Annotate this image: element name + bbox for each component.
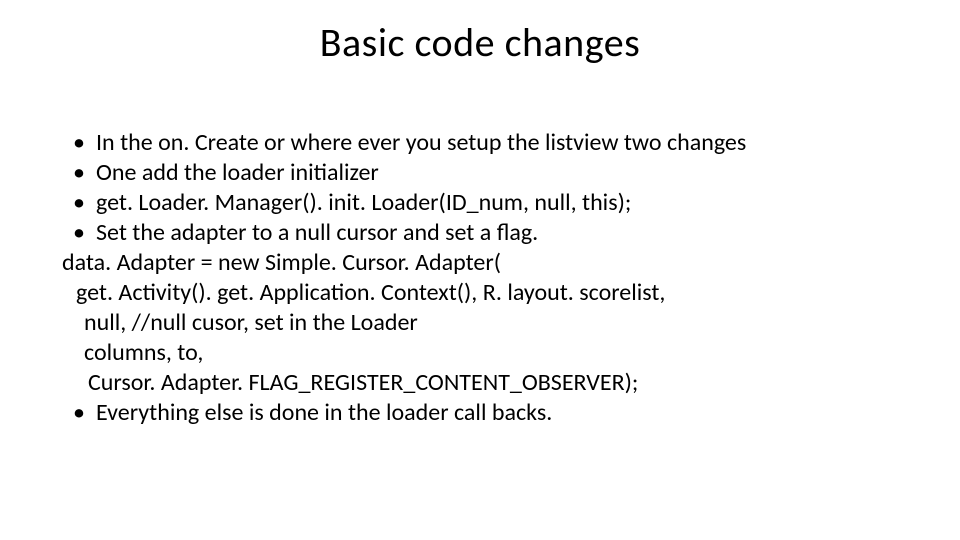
- bullet-item: • One add the loader initializer: [62, 158, 898, 188]
- bullet-item: • Set the adapter to a null cursor and s…: [62, 218, 898, 248]
- bullet-dot-icon: •: [62, 158, 96, 188]
- bullet-item: • In the on. Create or where ever you se…: [62, 128, 898, 158]
- bullet-text: Everything else is done in the loader ca…: [96, 398, 898, 428]
- bullet-dot-icon: •: [62, 128, 96, 158]
- bullet-dot-icon: •: [62, 398, 96, 428]
- code-line: null, //null cusor, set in the Loader: [62, 308, 898, 338]
- bullet-item: • get. Loader. Manager(). init. Loader(I…: [62, 188, 898, 218]
- bullet-item: • Everything else is done in the loader …: [62, 398, 898, 428]
- bullet-text: get. Loader. Manager(). init. Loader(ID_…: [96, 188, 898, 218]
- code-line: data. Adapter = new Simple. Cursor. Adap…: [62, 248, 898, 278]
- slide-title: Basic code changes: [0, 18, 960, 67]
- bullet-dot-icon: •: [62, 218, 96, 248]
- code-line: get. Activity(). get. Application. Conte…: [62, 278, 898, 308]
- bullet-dot-icon: •: [62, 188, 96, 218]
- bullet-text: In the on. Create or where ever you setu…: [96, 128, 898, 158]
- code-line: columns, to,: [62, 338, 898, 368]
- bullet-text: Set the adapter to a null cursor and set…: [96, 218, 898, 248]
- slide-body: • In the on. Create or where ever you se…: [62, 128, 898, 428]
- slide: Basic code changes • In the on. Create o…: [0, 0, 960, 540]
- code-line: Cursor. Adapter. FLAG_REGISTER_CONTENT_O…: [62, 368, 898, 398]
- bullet-text: One add the loader initializer: [96, 158, 898, 188]
